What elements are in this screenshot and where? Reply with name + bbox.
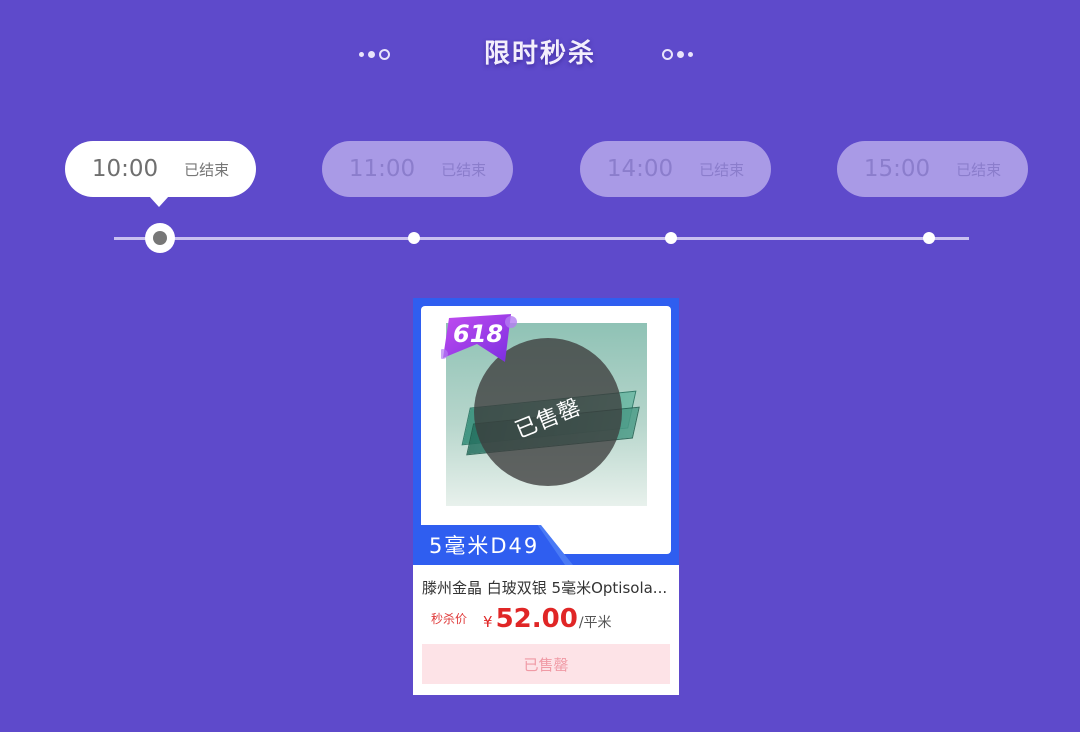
timeline-node[interactable] bbox=[408, 232, 420, 244]
time-tab-time: 10:00 bbox=[91, 156, 159, 182]
product-name[interactable]: 滕州金晶 白玻双银 5毫米Optisola... bbox=[422, 577, 672, 598]
timeline-node[interactable] bbox=[923, 232, 935, 244]
time-tab-1100[interactable]: 11:00 已结束 bbox=[322, 141, 513, 197]
page-title: 限时秒杀 bbox=[483, 39, 596, 69]
time-tab-time: 15:00 bbox=[863, 156, 931, 182]
time-tab-time: 11:00 bbox=[348, 156, 416, 182]
time-tab-1400[interactable]: 14:00 已结束 bbox=[580, 141, 771, 197]
time-tab-status: 已结束 bbox=[441, 160, 487, 179]
time-tab-1500[interactable]: 15:00 已结束 bbox=[837, 141, 1028, 197]
product-card[interactable]: 已售罄 618 5毫米D49 滕州金晶 白玻双银 5毫米Optisola... … bbox=[413, 298, 679, 695]
price-unit: /平米 bbox=[578, 615, 612, 631]
promo-618-text: 618 bbox=[453, 320, 503, 348]
time-tab-status: 已结束 bbox=[184, 160, 230, 179]
product-image-area[interactable]: 已售罄 618 bbox=[421, 306, 671, 554]
soldout-button[interactable]: 已售罄 bbox=[422, 644, 670, 684]
price-value: 52.00 bbox=[495, 604, 578, 634]
currency-symbol: ¥ bbox=[483, 613, 493, 631]
promo-618-badge-icon: 618 bbox=[441, 314, 517, 362]
time-tab-status: 已结束 bbox=[699, 160, 745, 179]
section-header: 限时秒杀 bbox=[0, 34, 1080, 74]
soldout-overlay-text: 已售罄 bbox=[512, 394, 586, 444]
timeline-node-active[interactable] bbox=[145, 223, 175, 253]
product-card-frame: 已售罄 618 5毫米D49 bbox=[413, 298, 679, 565]
timeline-track bbox=[114, 237, 969, 240]
decor-dots-right-icon bbox=[662, 48, 693, 60]
price-label: 秒杀价 bbox=[431, 612, 468, 626]
price-row: 秒杀价 ¥ 52.00 /平米 bbox=[431, 604, 671, 638]
time-tab-status: 已结束 bbox=[956, 160, 1002, 179]
timeline-node[interactable] bbox=[665, 232, 677, 244]
time-tab-1000[interactable]: 10:00 已结束 bbox=[65, 141, 256, 207]
time-tab-time: 14:00 bbox=[606, 156, 674, 182]
